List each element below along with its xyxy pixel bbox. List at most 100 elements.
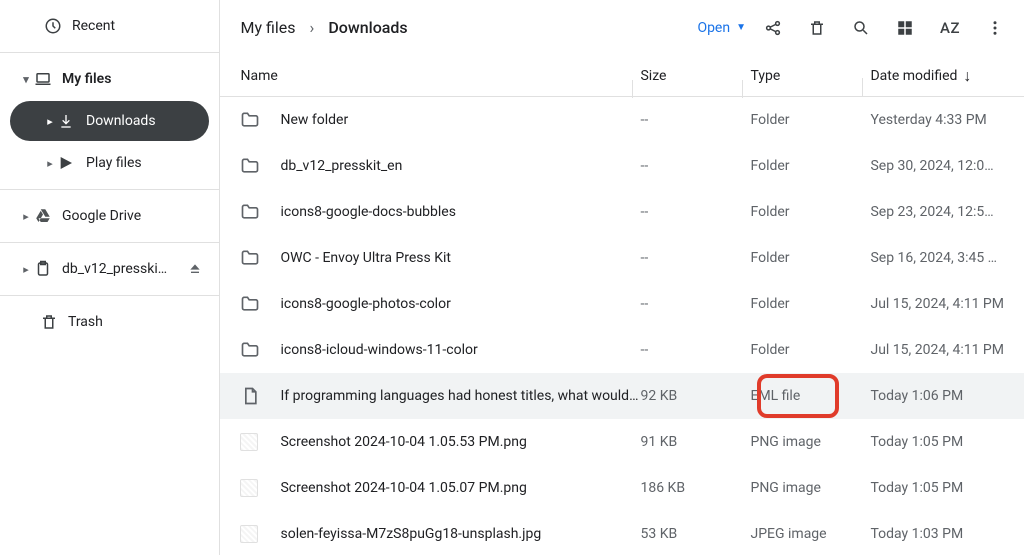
action-icons: AZ (764, 19, 1004, 37)
file-date: Today 1:05 PM (870, 480, 1004, 496)
sidebar-item-label: My files (62, 71, 111, 87)
folder-icon (240, 340, 280, 360)
table-row[interactable]: db_v12_presskit_en--FolderSep 30, 2024, … (220, 143, 1024, 189)
file-name: icons8-google-photos-color (280, 296, 640, 312)
column-header-date[interactable]: Date modified↓ (870, 66, 1004, 86)
breadcrumb-current[interactable]: Downloads (328, 18, 407, 37)
file-icon (240, 386, 280, 406)
table-row[interactable]: Screenshot 2024-10-04 1.05.53 PM.png91 K… (220, 419, 1024, 465)
file-name: If programming languages had honest titl… (280, 388, 640, 404)
sidebar-item-downloads[interactable]: ▸ Downloads (10, 101, 209, 141)
chevron-right-icon: ▸ (18, 210, 34, 223)
table-row[interactable]: icons8-google-photos-color--FolderJul 15… (220, 281, 1024, 327)
sidebar: Recent ▾ My files ▸ Downloads ▸ Play fil… (0, 0, 220, 555)
share-icon[interactable] (764, 19, 782, 37)
file-name: New folder (280, 112, 640, 128)
open-button[interactable]: Open ▼ (697, 20, 746, 36)
file-type: EML file (750, 388, 870, 404)
file-date: Today 1:05 PM (870, 434, 1004, 450)
column-header-type[interactable]: Type (750, 68, 870, 84)
file-type: PNG image (750, 434, 870, 450)
search-icon[interactable] (852, 19, 870, 37)
file-name: icons8-icloud-windows-11-color (280, 342, 640, 358)
table-row[interactable]: solen-feyissa-M7zS8puGg18-unsplash.jpg53… (220, 511, 1024, 555)
sidebar-item-label: db_v12_presski… (62, 261, 167, 277)
usb-icon (34, 260, 62, 278)
dropdown-icon: ▼ (736, 22, 746, 33)
folder-icon (240, 156, 280, 176)
file-name: Screenshot 2024-10-04 1.05.53 PM.png (280, 434, 640, 450)
sidebar-separator (0, 295, 219, 296)
file-type: Folder (750, 342, 870, 358)
file-date: Jul 15, 2024, 4:11 PM (870, 296, 1004, 312)
table-row[interactable]: Screenshot 2024-10-04 1.05.07 PM.png186 … (220, 465, 1024, 511)
folder-icon (240, 110, 280, 130)
sidebar-item-label: Google Drive (62, 208, 141, 224)
sidebar-item-trash[interactable]: Trash (0, 302, 219, 342)
table-row[interactable]: OWC - Envoy Ultra Press Kit--FolderSep 1… (220, 235, 1024, 281)
topbar: My files › Downloads Open ▼ AZ (220, 0, 1024, 56)
file-size: -- (640, 158, 750, 174)
file-name: OWC - Envoy Ultra Press Kit (280, 250, 640, 266)
sidebar-item-play-files[interactable]: ▸ Play files (0, 143, 219, 183)
file-type: Folder (750, 250, 870, 266)
grid-view-icon[interactable] (896, 19, 914, 37)
sidebar-item-label: Play files (86, 155, 142, 171)
delete-icon[interactable] (808, 19, 826, 37)
file-size: -- (640, 296, 750, 312)
sort-az-button[interactable]: AZ (940, 19, 960, 37)
sort-arrow-down-icon: ↓ (963, 66, 971, 86)
chevron-right-icon: ▸ (42, 115, 58, 128)
table-row[interactable]: If programming languages had honest titl… (220, 373, 1024, 419)
breadcrumb-root[interactable]: My files (240, 18, 295, 37)
file-size: 91 KB (640, 434, 750, 450)
sidebar-item-my-files[interactable]: ▾ My files (0, 59, 219, 99)
column-header-size[interactable]: Size (640, 68, 750, 84)
file-name: solen-feyissa-M7zS8puGg18-unsplash.jpg (280, 526, 640, 542)
thumbnail-icon (240, 479, 280, 497)
eject-icon[interactable] (187, 261, 203, 277)
table-row[interactable]: New folder--FolderYesterday 4:33 PM (220, 97, 1024, 143)
file-date: Sep 23, 2024, 12:5… (870, 204, 1004, 220)
thumbnail-icon (240, 433, 280, 451)
sidebar-item-label: Trash (68, 314, 103, 330)
file-size: 53 KB (640, 526, 750, 542)
more-icon[interactable] (986, 19, 1004, 37)
sidebar-item-usb[interactable]: ▸ db_v12_presski… (0, 249, 219, 289)
chevron-right-icon: › (310, 18, 315, 37)
sidebar-separator (0, 189, 219, 190)
recent-icon (44, 17, 72, 35)
file-size: -- (640, 342, 750, 358)
table-row[interactable]: icons8-google-docs-bubbles--FolderSep 23… (220, 189, 1024, 235)
play-icon (58, 155, 86, 171)
sidebar-item-label: Recent (72, 18, 115, 34)
file-size: 92 KB (640, 388, 750, 404)
file-date: Sep 30, 2024, 12:0… (870, 158, 1004, 174)
file-size: -- (640, 204, 750, 220)
chevron-right-icon: ▸ (42, 157, 58, 170)
sidebar-item-google-drive[interactable]: ▸ Google Drive (0, 196, 219, 236)
folder-icon (240, 202, 280, 222)
file-date: Yesterday 4:33 PM (870, 112, 1004, 128)
file-type: Folder (750, 158, 870, 174)
file-size: -- (640, 250, 750, 266)
file-date: Today 1:03 PM (870, 526, 1004, 542)
file-date: Jul 15, 2024, 4:11 PM (870, 342, 1004, 358)
table-header: Name Size Type Date modified↓ (220, 56, 1024, 98)
folder-icon (240, 248, 280, 268)
folder-icon (240, 294, 280, 314)
main-panel: My files › Downloads Open ▼ AZ (220, 0, 1024, 555)
download-icon (58, 113, 86, 129)
table-row[interactable]: icons8-icloud-windows-11-color--FolderJu… (220, 327, 1024, 373)
file-type: JPEG image (750, 526, 870, 542)
file-date: Today 1:06 PM (870, 388, 1004, 404)
sidebar-separator (0, 52, 219, 53)
file-list: New folder--FolderYesterday 4:33 PMdb_v1… (220, 97, 1024, 555)
thumbnail-icon (240, 525, 280, 543)
sidebar-separator (0, 242, 219, 243)
file-type: Folder (750, 112, 870, 128)
file-type: Folder (750, 204, 870, 220)
file-type: Folder (750, 296, 870, 312)
column-header-name[interactable]: Name (240, 68, 640, 84)
sidebar-item-recent[interactable]: Recent (0, 6, 219, 46)
